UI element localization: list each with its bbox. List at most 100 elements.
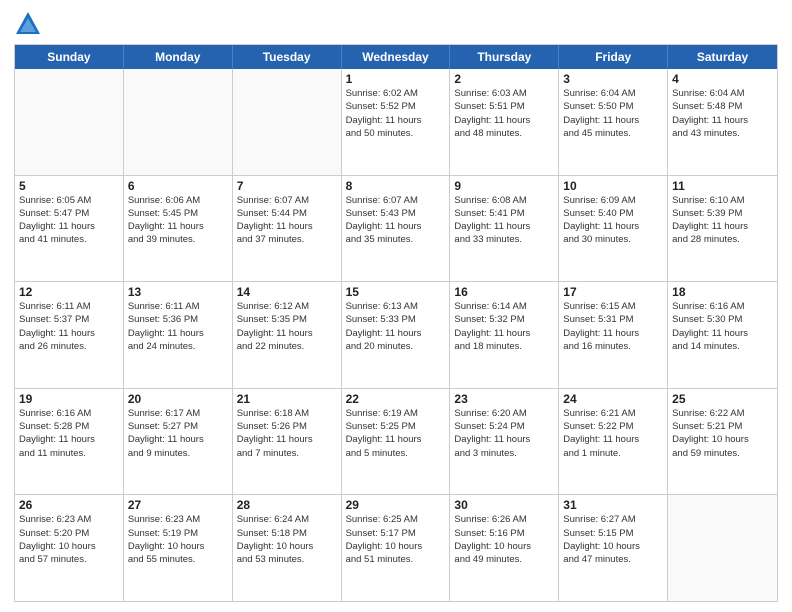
weekday-header: Friday (559, 45, 668, 69)
calendar-week: 26Sunrise: 6:23 AM Sunset: 5:20 PM Dayli… (15, 494, 777, 601)
day-number: 16 (454, 285, 554, 299)
calendar-cell: 17Sunrise: 6:15 AM Sunset: 5:31 PM Dayli… (559, 282, 668, 388)
day-info: Sunrise: 6:22 AM Sunset: 5:21 PM Dayligh… (672, 407, 773, 460)
day-info: Sunrise: 6:18 AM Sunset: 5:26 PM Dayligh… (237, 407, 337, 460)
day-number: 30 (454, 498, 554, 512)
day-number: 24 (563, 392, 663, 406)
calendar-cell: 19Sunrise: 6:16 AM Sunset: 5:28 PM Dayli… (15, 389, 124, 495)
day-info: Sunrise: 6:05 AM Sunset: 5:47 PM Dayligh… (19, 194, 119, 247)
day-info: Sunrise: 6:27 AM Sunset: 5:15 PM Dayligh… (563, 513, 663, 566)
day-number: 11 (672, 179, 773, 193)
calendar-cell: 16Sunrise: 6:14 AM Sunset: 5:32 PM Dayli… (450, 282, 559, 388)
day-number: 1 (346, 72, 446, 86)
calendar-cell: 12Sunrise: 6:11 AM Sunset: 5:37 PM Dayli… (15, 282, 124, 388)
calendar-week: 1Sunrise: 6:02 AM Sunset: 5:52 PM Daylig… (15, 69, 777, 175)
weekday-header: Wednesday (342, 45, 451, 69)
day-info: Sunrise: 6:16 AM Sunset: 5:30 PM Dayligh… (672, 300, 773, 353)
calendar-cell: 11Sunrise: 6:10 AM Sunset: 5:39 PM Dayli… (668, 176, 777, 282)
day-number: 15 (346, 285, 446, 299)
calendar-cell: 13Sunrise: 6:11 AM Sunset: 5:36 PM Dayli… (124, 282, 233, 388)
day-number: 3 (563, 72, 663, 86)
day-info: Sunrise: 6:10 AM Sunset: 5:39 PM Dayligh… (672, 194, 773, 247)
calendar: SundayMondayTuesdayWednesdayThursdayFrid… (14, 44, 778, 602)
calendar-cell: 5Sunrise: 6:05 AM Sunset: 5:47 PM Daylig… (15, 176, 124, 282)
day-info: Sunrise: 6:03 AM Sunset: 5:51 PM Dayligh… (454, 87, 554, 140)
calendar-cell: 28Sunrise: 6:24 AM Sunset: 5:18 PM Dayli… (233, 495, 342, 601)
day-number: 28 (237, 498, 337, 512)
calendar-cell: 21Sunrise: 6:18 AM Sunset: 5:26 PM Dayli… (233, 389, 342, 495)
calendar-cell: 26Sunrise: 6:23 AM Sunset: 5:20 PM Dayli… (15, 495, 124, 601)
day-number: 23 (454, 392, 554, 406)
day-info: Sunrise: 6:07 AM Sunset: 5:43 PM Dayligh… (346, 194, 446, 247)
day-number: 29 (346, 498, 446, 512)
day-info: Sunrise: 6:17 AM Sunset: 5:27 PM Dayligh… (128, 407, 228, 460)
day-info: Sunrise: 6:15 AM Sunset: 5:31 PM Dayligh… (563, 300, 663, 353)
calendar-cell: 8Sunrise: 6:07 AM Sunset: 5:43 PM Daylig… (342, 176, 451, 282)
logo (14, 10, 46, 38)
day-info: Sunrise: 6:25 AM Sunset: 5:17 PM Dayligh… (346, 513, 446, 566)
calendar-cell: 2Sunrise: 6:03 AM Sunset: 5:51 PM Daylig… (450, 69, 559, 175)
day-number: 4 (672, 72, 773, 86)
logo-icon (14, 10, 42, 38)
day-info: Sunrise: 6:02 AM Sunset: 5:52 PM Dayligh… (346, 87, 446, 140)
day-info: Sunrise: 6:26 AM Sunset: 5:16 PM Dayligh… (454, 513, 554, 566)
calendar-cell: 27Sunrise: 6:23 AM Sunset: 5:19 PM Dayli… (124, 495, 233, 601)
day-number: 25 (672, 392, 773, 406)
day-number: 18 (672, 285, 773, 299)
calendar-cell (15, 69, 124, 175)
calendar-cell (233, 69, 342, 175)
day-info: Sunrise: 6:08 AM Sunset: 5:41 PM Dayligh… (454, 194, 554, 247)
calendar-cell: 30Sunrise: 6:26 AM Sunset: 5:16 PM Dayli… (450, 495, 559, 601)
day-info: Sunrise: 6:14 AM Sunset: 5:32 PM Dayligh… (454, 300, 554, 353)
day-info: Sunrise: 6:16 AM Sunset: 5:28 PM Dayligh… (19, 407, 119, 460)
calendar-header: SundayMondayTuesdayWednesdayThursdayFrid… (15, 45, 777, 69)
day-info: Sunrise: 6:11 AM Sunset: 5:37 PM Dayligh… (19, 300, 119, 353)
day-info: Sunrise: 6:20 AM Sunset: 5:24 PM Dayligh… (454, 407, 554, 460)
day-number: 12 (19, 285, 119, 299)
day-number: 19 (19, 392, 119, 406)
day-number: 27 (128, 498, 228, 512)
calendar-cell: 23Sunrise: 6:20 AM Sunset: 5:24 PM Dayli… (450, 389, 559, 495)
day-number: 17 (563, 285, 663, 299)
weekday-header: Thursday (450, 45, 559, 69)
calendar-cell: 6Sunrise: 6:06 AM Sunset: 5:45 PM Daylig… (124, 176, 233, 282)
day-number: 21 (237, 392, 337, 406)
day-info: Sunrise: 6:23 AM Sunset: 5:19 PM Dayligh… (128, 513, 228, 566)
day-number: 5 (19, 179, 119, 193)
calendar-cell: 22Sunrise: 6:19 AM Sunset: 5:25 PM Dayli… (342, 389, 451, 495)
weekday-header: Tuesday (233, 45, 342, 69)
calendar-cell (124, 69, 233, 175)
day-info: Sunrise: 6:24 AM Sunset: 5:18 PM Dayligh… (237, 513, 337, 566)
calendar-week: 5Sunrise: 6:05 AM Sunset: 5:47 PM Daylig… (15, 175, 777, 282)
day-info: Sunrise: 6:04 AM Sunset: 5:48 PM Dayligh… (672, 87, 773, 140)
day-info: Sunrise: 6:13 AM Sunset: 5:33 PM Dayligh… (346, 300, 446, 353)
calendar-cell: 10Sunrise: 6:09 AM Sunset: 5:40 PM Dayli… (559, 176, 668, 282)
day-number: 8 (346, 179, 446, 193)
calendar-cell: 25Sunrise: 6:22 AM Sunset: 5:21 PM Dayli… (668, 389, 777, 495)
day-info: Sunrise: 6:07 AM Sunset: 5:44 PM Dayligh… (237, 194, 337, 247)
calendar-body: 1Sunrise: 6:02 AM Sunset: 5:52 PM Daylig… (15, 69, 777, 601)
day-number: 10 (563, 179, 663, 193)
day-number: 20 (128, 392, 228, 406)
day-info: Sunrise: 6:06 AM Sunset: 5:45 PM Dayligh… (128, 194, 228, 247)
calendar-cell: 18Sunrise: 6:16 AM Sunset: 5:30 PM Dayli… (668, 282, 777, 388)
weekday-header: Sunday (15, 45, 124, 69)
calendar-week: 12Sunrise: 6:11 AM Sunset: 5:37 PM Dayli… (15, 281, 777, 388)
calendar-cell: 1Sunrise: 6:02 AM Sunset: 5:52 PM Daylig… (342, 69, 451, 175)
day-number: 22 (346, 392, 446, 406)
day-info: Sunrise: 6:04 AM Sunset: 5:50 PM Dayligh… (563, 87, 663, 140)
day-info: Sunrise: 6:11 AM Sunset: 5:36 PM Dayligh… (128, 300, 228, 353)
day-number: 6 (128, 179, 228, 193)
day-number: 13 (128, 285, 228, 299)
calendar-cell: 3Sunrise: 6:04 AM Sunset: 5:50 PM Daylig… (559, 69, 668, 175)
calendar-cell: 9Sunrise: 6:08 AM Sunset: 5:41 PM Daylig… (450, 176, 559, 282)
page-header (14, 10, 778, 38)
calendar-cell: 20Sunrise: 6:17 AM Sunset: 5:27 PM Dayli… (124, 389, 233, 495)
calendar-cell: 4Sunrise: 6:04 AM Sunset: 5:48 PM Daylig… (668, 69, 777, 175)
calendar-cell: 7Sunrise: 6:07 AM Sunset: 5:44 PM Daylig… (233, 176, 342, 282)
calendar-cell: 29Sunrise: 6:25 AM Sunset: 5:17 PM Dayli… (342, 495, 451, 601)
weekday-header: Saturday (668, 45, 777, 69)
weekday-header: Monday (124, 45, 233, 69)
day-number: 26 (19, 498, 119, 512)
day-info: Sunrise: 6:12 AM Sunset: 5:35 PM Dayligh… (237, 300, 337, 353)
